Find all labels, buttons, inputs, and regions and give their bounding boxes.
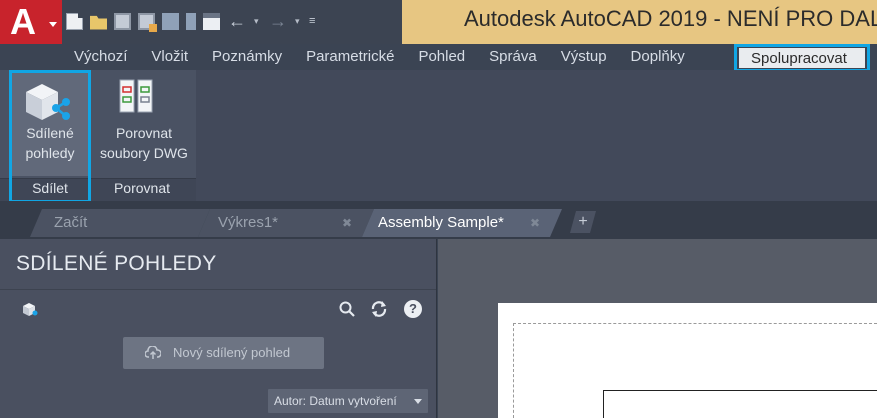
save-web-icon[interactable]	[186, 12, 196, 30]
new-shared-view-label: Nový sdílený pohled	[173, 345, 291, 360]
tab-doplnky[interactable]: Doplňky	[619, 44, 697, 70]
open-web-icon[interactable]	[162, 12, 179, 30]
tab-parametricke[interactable]: Parametrické	[294, 44, 406, 70]
tab-assembly-sample[interactable]: Assembly Sample* ✖	[362, 209, 562, 237]
new-icon[interactable]	[66, 12, 83, 30]
chevron-down-icon	[414, 399, 422, 404]
shared-views-palette: SDÍLENÉ POHLEDY ? Nový sdílený pohled Au…	[0, 239, 437, 418]
tab-assembly-label: Assembly Sample*	[378, 214, 504, 231]
undo-dropdown-icon[interactable]: ▾	[254, 13, 262, 30]
save-icon[interactable]	[114, 12, 131, 30]
ribbon-tabs: Výchozí Vložit Poznámky Parametrické Poh…	[62, 44, 697, 70]
tab-drawing1[interactable]: Výkres1* ✖	[198, 209, 374, 237]
quick-access-toolbar: ← ▾ → ▾ ≡	[66, 8, 326, 34]
compare-dwg-icon[interactable]	[118, 78, 154, 116]
tab-pohled[interactable]: Pohled	[406, 44, 477, 70]
tab-start-label: Začít	[54, 214, 88, 231]
shared-views-cube-icon	[23, 303, 38, 316]
open-icon[interactable]	[90, 15, 107, 30]
palette-divider	[0, 289, 436, 290]
redo-dropdown-icon[interactable]: ▾	[295, 13, 303, 30]
close-icon[interactable]: ✖	[342, 209, 352, 237]
tab-spolupracovat[interactable]: Spolupracovat	[734, 44, 870, 72]
redo-icon[interactable]: →	[268, 12, 288, 30]
panel-label-share: Sdílet	[32, 180, 68, 196]
title-bar: A ← ▾ → ▾ ≡ Autodesk AutoCAD 2019 - NENÍ…	[0, 0, 877, 44]
window-title: Autodesk AutoCAD 2019 - NENÍ PRO DAL	[464, 6, 877, 31]
new-shared-view-button[interactable]: Nový sdílený pohled	[123, 337, 324, 369]
tab-poznamky[interactable]: Poznámky	[200, 44, 294, 70]
drawing-area[interactable]	[438, 239, 877, 418]
close-icon[interactable]: ✖	[530, 209, 540, 237]
search-icon[interactable]	[338, 300, 356, 318]
compare-dwg-label-2[interactable]: soubory DWG	[96, 143, 192, 163]
tab-spolupracovat-label: Spolupracovat	[739, 48, 865, 68]
tab-sprava[interactable]: Správa	[477, 44, 549, 70]
sort-dropdown-label: Autor: Datum vytvoření	[274, 394, 397, 408]
plot-icon[interactable]	[203, 12, 220, 30]
tab-vychozi[interactable]: Výchozí	[62, 44, 139, 70]
tab-start[interactable]: Začít	[30, 209, 210, 237]
refresh-icon[interactable]	[370, 300, 388, 318]
application-menu-button[interactable]: A	[0, 0, 62, 44]
sort-dropdown[interactable]: Autor: Datum vytvoření	[268, 389, 428, 413]
new-tab-button[interactable]: +	[570, 211, 596, 233]
panel-label-compare: Porovnat	[113, 180, 171, 196]
tab-vystup[interactable]: Výstup	[549, 44, 619, 70]
compare-dwg-label-1[interactable]: Porovnat	[96, 123, 192, 143]
help-icon[interactable]: ?	[404, 300, 422, 318]
undo-icon[interactable]: ←	[227, 12, 247, 30]
customize-menu-icon[interactable]: ≡	[309, 13, 319, 30]
tab-vlozit[interactable]: Vložit	[139, 44, 200, 70]
chevron-down-icon	[49, 22, 57, 27]
save-as-icon[interactable]	[138, 12, 157, 32]
autocad-logo-icon: A	[10, 1, 36, 42]
cloud-upload-icon	[145, 346, 161, 359]
layout-viewport[interactable]	[603, 390, 877, 418]
tab-drawing1-label: Výkres1*	[218, 214, 279, 231]
document-tabs: Začít Výkres1* ✖ Assembly Sample* ✖ +	[0, 201, 877, 239]
title-area: Autodesk AutoCAD 2019 - NENÍ PRO DAL	[402, 0, 877, 44]
palette-title: SDÍLENÉ POHLEDY	[16, 252, 217, 275]
